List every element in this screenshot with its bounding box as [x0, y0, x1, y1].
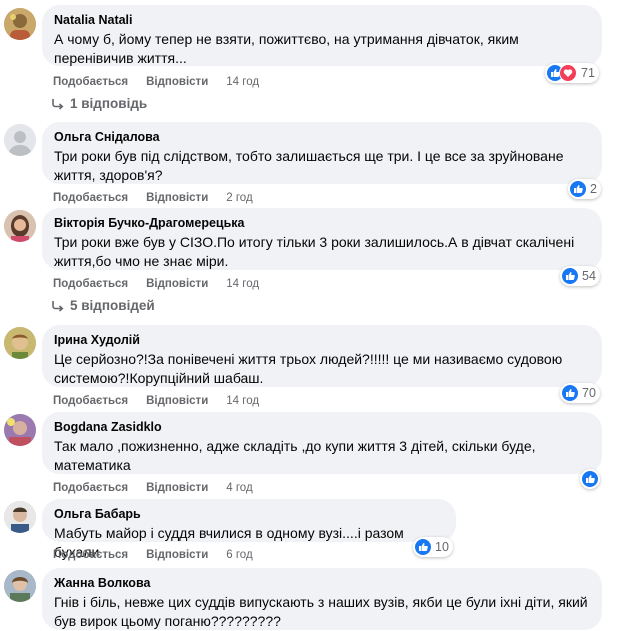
comment-bubble: Natalia Natali А чому б, йому тепер не в…	[42, 5, 602, 66]
timestamp[interactable]: 14 год	[226, 278, 259, 290]
like-button[interactable]: Подобається	[53, 549, 128, 561]
timestamp[interactable]: 6 год	[226, 549, 252, 561]
avatar[interactable]	[4, 8, 36, 40]
timestamp[interactable]: 14 год	[226, 395, 259, 407]
comment-author[interactable]: Ольга Бабарь	[54, 506, 444, 522]
reaction-count: 54	[582, 269, 596, 283]
timestamp[interactable]: 14 год	[226, 76, 259, 88]
comment-bubble: Жанна Волкова Гнів і біль, невже цих суд…	[42, 568, 602, 630]
comment-bubble: Bogdana Zasidklo Так мало ,пожизненно, а…	[42, 412, 602, 474]
reaction-count: 70	[582, 386, 596, 400]
reply-button[interactable]: Відповісти	[146, 482, 208, 494]
reply-button[interactable]: Відповісти	[146, 278, 208, 290]
avatar[interactable]	[4, 414, 36, 446]
comment-actions: Подобається Відповісти 2 год	[53, 191, 253, 205]
reactions-summary[interactable]: 54	[560, 266, 600, 286]
reply-arrow-icon	[52, 99, 64, 110]
comment-actions: Подобається Відповісти 14 год	[53, 277, 259, 291]
comment-text: Так мало ,пожизненно, адже складіть ,до …	[54, 438, 536, 473]
reply-arrow-icon	[52, 301, 64, 312]
reactions-summary[interactable]: 10	[413, 537, 453, 557]
reply-button[interactable]: Відповісти	[146, 192, 208, 204]
like-button[interactable]: Подобається	[53, 278, 128, 290]
comment-text: Гнів і біль, невже цих суддів випускають…	[54, 594, 588, 629]
view-replies-link[interactable]: 5 відповідей	[52, 298, 155, 314]
comment-author[interactable]: Жанна Волкова	[54, 575, 590, 591]
reaction-count: 71	[581, 66, 595, 80]
comment-bubble: Ольга Бабарь Мабуть майор і суддя вчилис…	[42, 499, 456, 560]
like-button[interactable]: Подобається	[53, 482, 128, 494]
avatar[interactable]	[4, 570, 36, 602]
like-button[interactable]: Подобається	[53, 192, 128, 204]
avatar[interactable]	[4, 501, 36, 533]
avatar[interactable]	[4, 327, 36, 359]
reaction-count: 10	[435, 540, 449, 554]
reactions-summary[interactable]	[580, 469, 600, 489]
comment-text: А чому б, йому тепер не взяти, пожиттєво…	[54, 31, 519, 66]
reactions-summary[interactable]: 70	[560, 383, 600, 403]
like-reaction-icon	[562, 268, 578, 284]
like-reaction-icon	[582, 471, 598, 487]
comment-author[interactable]: Natalia Natali	[54, 12, 590, 28]
reply-button[interactable]: Відповісти	[146, 549, 208, 561]
like-reaction-icon	[562, 385, 578, 401]
like-reaction-icon	[415, 539, 431, 555]
like-button[interactable]: Подобається	[53, 76, 128, 88]
timestamp[interactable]: 2 год	[226, 192, 252, 204]
comment-actions: Подобається Відповісти 14 год	[53, 394, 259, 408]
reaction-count: 2	[590, 182, 597, 196]
comment-author[interactable]: Bogdana Zasidklo	[54, 419, 590, 435]
comment-bubble: Ольга Снідалова Три роки був під слідств…	[42, 122, 602, 184]
avatar[interactable]	[4, 210, 36, 242]
comment-author[interactable]: Ольга Снідалова	[54, 129, 590, 145]
comment-actions: Подобається Відповісти 6 год	[53, 548, 253, 562]
comment-bubble: Ірина Худолій Це серйозно?!За понівечені…	[42, 325, 602, 387]
timestamp[interactable]: 4 год	[226, 482, 252, 494]
comment-author[interactable]: Вікторія Бучко-Драгомерецька	[54, 215, 590, 231]
reactions-summary[interactable]: 2	[568, 179, 601, 199]
reply-button[interactable]: Відповісти	[146, 76, 208, 88]
comment-actions: Подобається Відповісти 4 год	[53, 481, 253, 495]
comment-text: Це серйозно?!За понівечені життя трьох л…	[54, 351, 563, 386]
comment-author[interactable]: Ірина Худолій	[54, 332, 590, 348]
reactions-summary[interactable]: 71	[545, 63, 599, 83]
comment-text: Три роки вже був у СІЗО.По итогу тільки …	[54, 234, 575, 269]
avatar[interactable]	[4, 124, 36, 156]
view-replies-link[interactable]: 1 відповідь	[52, 96, 147, 112]
comment-text: Три роки був під слідством, тобто залиша…	[54, 148, 564, 183]
reply-button[interactable]: Відповісти	[146, 395, 208, 407]
like-button[interactable]: Подобається	[53, 395, 128, 407]
like-reaction-icon	[570, 181, 586, 197]
comment-bubble: Вікторія Бучко-Драгомерецька Три роки вж…	[42, 208, 602, 270]
love-reaction-icon	[559, 64, 577, 82]
comment-actions: Подобається Відповісти 14 год	[53, 75, 259, 89]
